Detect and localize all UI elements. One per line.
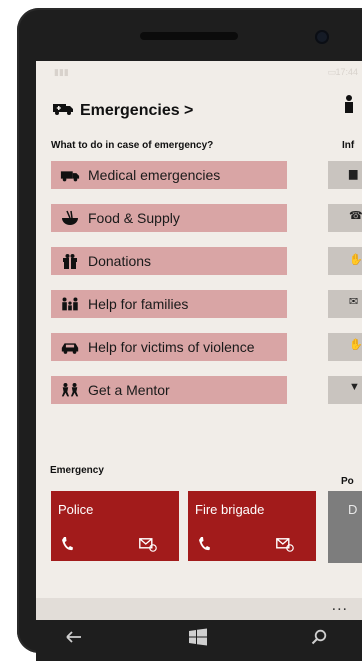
next-panel-tile[interactable]: D xyxy=(328,491,362,563)
menu-item-violence[interactable]: Help for victims of violence xyxy=(51,333,287,361)
fire-brigade-tile[interactable]: Fire brigade xyxy=(188,491,316,561)
app-bar: ... xyxy=(36,597,362,620)
tile-label: D xyxy=(348,502,358,517)
car-icon xyxy=(60,339,82,355)
menu-item-food[interactable]: Food & Supply xyxy=(51,204,287,232)
phone-icon[interactable] xyxy=(61,537,73,551)
section-title[interactable]: Emergencies > xyxy=(52,100,193,121)
search-icon[interactable] xyxy=(311,629,327,645)
windows-start-icon[interactable] xyxy=(188,628,208,646)
menu-item-donations[interactable]: Donations xyxy=(51,247,287,275)
next-panel-subtitle: Inf xyxy=(342,140,355,151)
tile-label: Police xyxy=(58,502,94,517)
email-icon[interactable] xyxy=(276,538,294,552)
signal-icon: ▮▮▮ xyxy=(54,67,69,77)
family-icon xyxy=(60,296,82,312)
building-icon: ▆ xyxy=(349,168,358,180)
menu-item-medical[interactable]: Medical emergencies xyxy=(51,161,287,189)
menu-item-label: Medical emergencies xyxy=(88,167,221,183)
phone-icon: ☎ xyxy=(349,210,362,222)
camera-icon xyxy=(315,30,329,44)
hand-icon: ✋ xyxy=(349,339,362,351)
tile-label: Fire brigade xyxy=(195,502,265,517)
menu-item-label: Get a Mentor xyxy=(88,382,170,398)
section-title-text: Emergencies > xyxy=(80,101,194,119)
menu-item-mentor[interactable]: Get a Mentor xyxy=(51,376,287,404)
phone-screen: ▮▮▮ ▭ 17:44 Emergencies > What to do in … xyxy=(36,61,362,620)
phone-speaker xyxy=(140,32,238,40)
ambulance-icon xyxy=(52,100,74,121)
mentor-icon xyxy=(60,382,82,398)
menu-item-label: Help for families xyxy=(88,296,189,312)
next-panel-section-label: Po xyxy=(341,476,354,487)
menu-item-label: Help for victims of violence xyxy=(88,339,255,355)
status-bar: ▮▮▮ ▭ 17:44 xyxy=(36,61,362,83)
menu-item-label: Donations xyxy=(88,253,152,269)
tool-icon: ▼ xyxy=(349,381,360,393)
back-arrow-icon[interactable] xyxy=(65,628,83,646)
ambulance-icon xyxy=(60,167,82,183)
emergency-menu: Medical emergencies Food & Supply Donati… xyxy=(51,161,287,419)
next-panel-icon[interactable] xyxy=(342,95,356,118)
emergency-heading: Emergency xyxy=(50,465,104,476)
gift-icon xyxy=(60,253,82,269)
email-icon: ✉ xyxy=(349,296,359,308)
phone-icon[interactable] xyxy=(198,537,210,551)
hand-icon: ✋ xyxy=(349,254,362,266)
hardware-nav-bar xyxy=(36,620,362,661)
email-icon[interactable] xyxy=(139,538,157,552)
more-button[interactable]: ... xyxy=(332,597,348,615)
food-bowl-icon xyxy=(60,210,82,226)
menu-item-label: Food & Supply xyxy=(88,210,180,226)
menu-item-families[interactable]: Help for families xyxy=(51,290,287,318)
section-subtitle: What to do in case of emergency? xyxy=(51,140,214,151)
status-clock: 17:44 xyxy=(335,67,358,77)
police-tile[interactable]: Police xyxy=(51,491,179,561)
